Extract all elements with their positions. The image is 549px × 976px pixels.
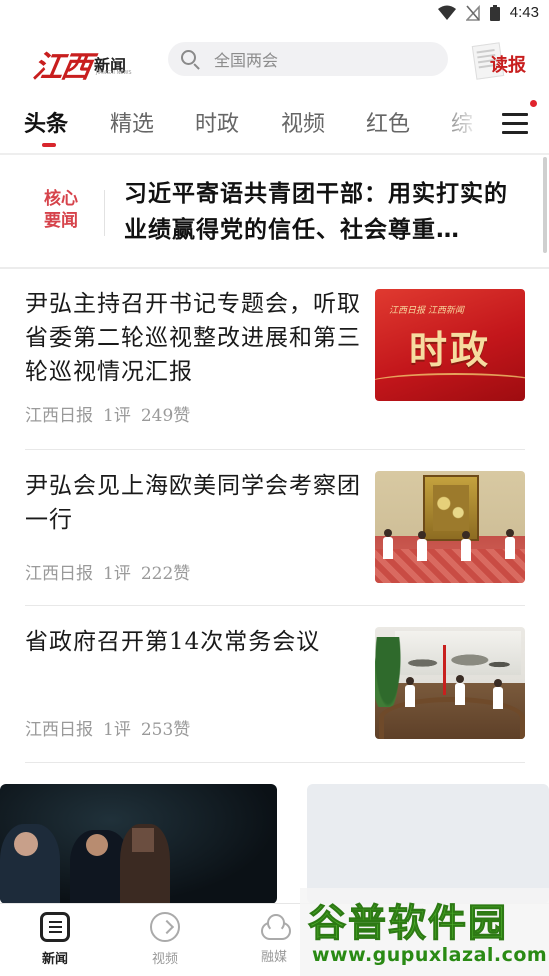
video-icon (150, 912, 180, 942)
tab-headline[interactable]: 头条 (24, 106, 68, 138)
thumb-rug (375, 549, 525, 583)
site-watermark: 谷普软件园 www.gupuxlazal.com (300, 888, 549, 976)
news-thumbnail[interactable] (375, 627, 525, 739)
core-news-title[interactable]: 习近平寄语共青团干部：用实打实的业绩赢得党的信任、社会尊重… (124, 176, 524, 248)
thumb-flag (443, 645, 446, 695)
thumb-plant (375, 637, 401, 707)
news-thumbnail[interactable] (375, 471, 525, 583)
tab-video[interactable]: 视频 (281, 106, 325, 138)
nav-media[interactable]: 融媒 (244, 912, 304, 965)
read-paper-button[interactable]: 读报 (471, 42, 530, 80)
search-icon (180, 49, 200, 70)
item-divider (25, 762, 525, 763)
channel-tabs: 头条 精选 时政 视频 红色 综 (0, 98, 549, 152)
channel-menu-icon[interactable] (502, 112, 528, 134)
status-time: 4:43 (509, 4, 539, 21)
thumb-table (379, 697, 525, 739)
cloud-icon (259, 912, 291, 940)
news-icon (40, 912, 70, 942)
core-badge-line2: 要闻 (44, 211, 78, 231)
news-thumbnail[interactable]: 江西日报 江西新闻 时政 (375, 289, 525, 401)
video-face (14, 832, 38, 856)
search-placeholder: 全国两会 (214, 51, 279, 70)
news-source: 江西日报 (25, 406, 93, 426)
tabs-fade (438, 98, 490, 148)
signal-off-icon (465, 4, 480, 21)
scrollbar[interactable] (543, 157, 547, 253)
nav-media-label: 融媒 (260, 950, 287, 965)
thumb-person (383, 529, 393, 559)
thumb-person (493, 679, 503, 709)
thumb-swoosh (375, 373, 525, 395)
nav-news-label: 新闻 (41, 952, 68, 967)
watermark-url: www.gupuxlazal.com (312, 944, 548, 966)
news-likes: 222赞 (140, 564, 191, 584)
news-meta: 江西日报 1评 249赞 (25, 401, 200, 426)
nav-video[interactable]: 视频 (135, 912, 195, 967)
news-source: 江西日报 (25, 564, 93, 584)
news-source: 江西日报 (25, 720, 93, 740)
app-logo[interactable]: 江西 新闻 JIANGXI NEWS (30, 42, 134, 85)
core-news-badge: 核心 要闻 (38, 188, 84, 232)
nav-video-label: 视频 (151, 952, 178, 967)
thumb-person (405, 677, 415, 707)
news-title[interactable]: 省政府召开第14次常务会议 (25, 625, 367, 659)
tab-featured[interactable]: 精选 (110, 106, 154, 138)
video-card[interactable] (0, 784, 277, 904)
read-paper-label: 读报 (490, 55, 526, 76)
notification-dot (530, 100, 537, 107)
status-bar: 4:43 (0, 0, 549, 30)
news-title[interactable]: 尹弘主持召开书记专题会，听取省委第二轮巡视整改进展和第三轮巡视情况汇报 (25, 287, 367, 389)
video-face-mosaic (132, 828, 154, 852)
thumb-painting (423, 475, 479, 541)
news-meta: 江西日报 1评 253赞 (25, 715, 200, 740)
tab-politics[interactable]: 时政 (195, 106, 239, 138)
news-likes: 253赞 (140, 720, 191, 740)
active-tab-indicator (42, 143, 56, 147)
watermark-main: 谷普软件园 (307, 901, 509, 946)
thumb-person (455, 675, 465, 705)
news-comments: 1评 (103, 406, 131, 426)
core-badge-line1: 核心 (44, 189, 78, 209)
logo-script: 江西 (30, 50, 93, 85)
thumb-mini-text: 江西日报 江西新闻 (389, 306, 464, 316)
news-likes: 249赞 (140, 406, 191, 426)
video-card[interactable] (307, 784, 549, 904)
tabs-divider (0, 153, 549, 155)
search-bar[interactable]: 全国两会 (168, 42, 448, 76)
video-face (86, 834, 108, 856)
news-meta: 江西日报 1评 222赞 (25, 559, 200, 584)
logo-subtitle: JIANGXI NEWS (96, 70, 132, 76)
nav-news[interactable]: 新闻 (25, 912, 85, 967)
wifi-icon (437, 5, 456, 20)
thumb-big-text: 时政 (409, 328, 492, 372)
app-header: 江西 新闻 JIANGXI NEWS 全国两会 读报 (0, 38, 549, 85)
core-news[interactable]: 核心 要闻 习近平寄语共青团干部：用实打实的业绩赢得党的信任、社会尊重… (0, 160, 549, 268)
thumb-person (461, 531, 471, 561)
tab-red[interactable]: 红色 (366, 106, 410, 138)
status-icons: 4:43 (437, 4, 539, 21)
thumb-mural (395, 631, 521, 675)
thumb-person (505, 529, 515, 559)
news-comments: 1评 (103, 564, 131, 584)
item-divider (25, 605, 525, 606)
news-comments: 1评 (103, 720, 131, 740)
core-divider (104, 190, 105, 236)
news-title[interactable]: 尹弘会见上海欧美同学会考察团一行 (25, 469, 367, 537)
item-divider (25, 449, 525, 450)
thumb-person (417, 531, 427, 561)
battery-icon (489, 4, 500, 21)
section-divider (0, 267, 549, 269)
